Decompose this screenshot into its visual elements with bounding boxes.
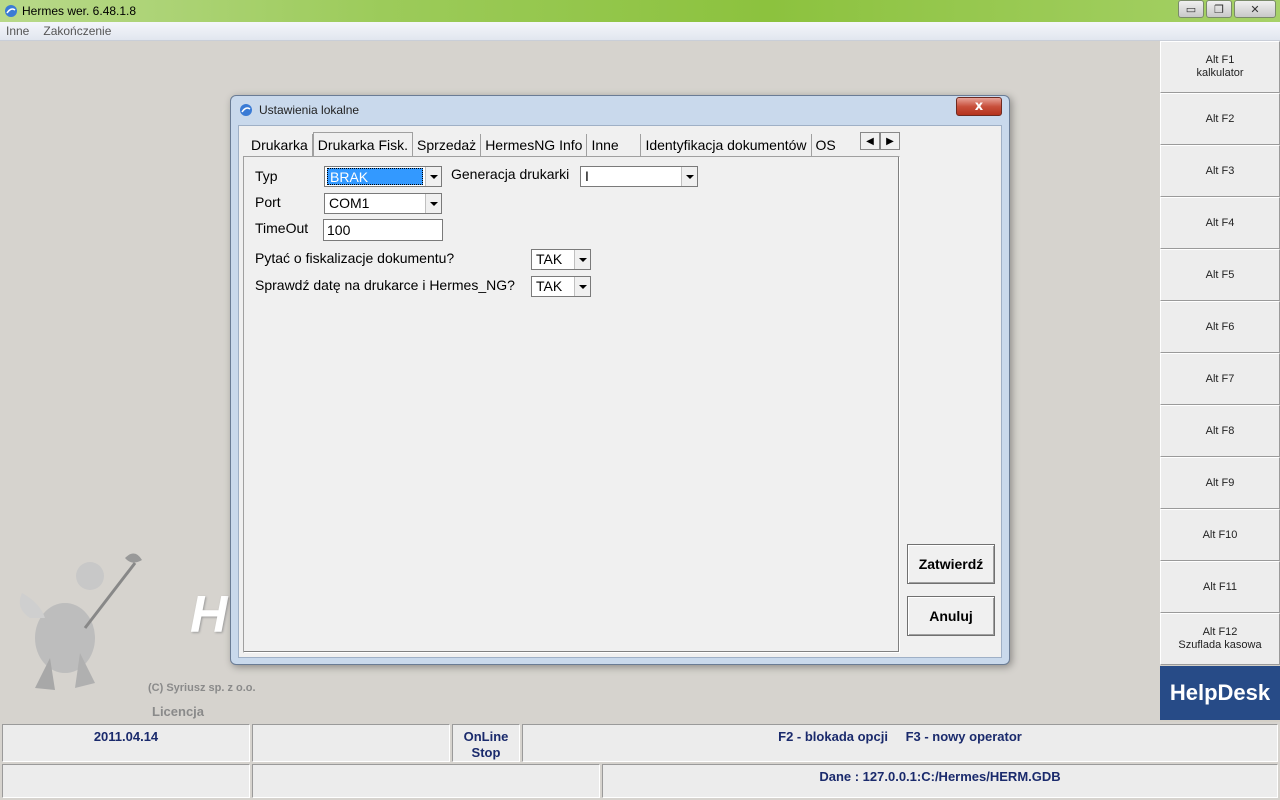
shortcut-f2: F2 - blokada opcji	[778, 729, 888, 744]
fkey-label: Szuflada kasowa	[1178, 639, 1262, 651]
tab-sprzedaz[interactable]: Sprzedaż	[413, 134, 482, 156]
fkey-alt-f2[interactable]: Alt F2	[1160, 93, 1280, 145]
status-database: Dane : 127.0.0.1:C:/Hermes/HERM.GDB	[602, 764, 1278, 798]
stop-text: Stop	[471, 745, 501, 760]
fkey-alt-f7[interactable]: Alt F7	[1160, 353, 1280, 405]
generacja-value: I	[585, 168, 589, 184]
pytac-label: Pytać o fiskalizacje dokumentu?	[255, 250, 455, 266]
chevron-down-icon[interactable]	[681, 167, 697, 186]
status-empty-3	[252, 764, 600, 798]
window-title: Hermes wer. 6.48.1.8	[22, 4, 137, 18]
tab-scroll-left-icon[interactable]: ◀	[860, 132, 880, 150]
generacja-select[interactable]: I	[580, 166, 698, 187]
app-titlebar: Hermes wer. 6.48.1.8 ▭ ❐ ✕	[0, 0, 1280, 22]
fkey-alt-f12[interactable]: Alt F12 Szuflada kasowa	[1160, 613, 1280, 665]
sprawdz-value: TAK	[536, 278, 563, 294]
fkey-alt-f6[interactable]: Alt F6	[1160, 301, 1280, 353]
hermes-logo-text: H	[190, 586, 228, 644]
fkey-key: Alt F3	[1205, 164, 1235, 177]
fkey-alt-f10[interactable]: Alt F10	[1160, 509, 1280, 561]
copyright-text: (C) Syriusz sp. z o.o.	[148, 682, 256, 694]
tab-identyfikacja-dokumentow[interactable]: Identyfikacja dokumentów	[641, 134, 812, 156]
fkey-key: Alt F10	[1202, 528, 1238, 541]
tab-drukarka[interactable]: Drukarka	[247, 134, 313, 156]
fkey-alt-f1[interactable]: Alt F1 kalkulator	[1160, 41, 1280, 93]
restore-button[interactable]: ❐	[1206, 0, 1232, 18]
fkey-key: Alt F2	[1205, 112, 1235, 125]
fkey-key: Alt F9	[1205, 476, 1235, 489]
fkey-key: Alt F8	[1205, 424, 1235, 437]
status-empty-1	[252, 724, 450, 762]
fkey-key: Alt F1	[1205, 54, 1235, 66]
fkey-key: Alt F6	[1205, 320, 1235, 333]
dialog-titlebar: Ustawienia lokalne	[231, 96, 1009, 124]
close-button[interactable]: ✕	[1234, 0, 1276, 18]
licencja-text: Licencja	[152, 704, 205, 719]
menu-item-inne[interactable]: Inne	[6, 24, 29, 38]
tab-scroll-right-icon[interactable]: ▶	[880, 132, 900, 150]
fkey-alt-f5[interactable]: Alt F5	[1160, 249, 1280, 301]
anuluj-button[interactable]: Anuluj	[907, 596, 995, 636]
timeout-input[interactable]: 100	[323, 219, 443, 241]
settings-dialog: Ustawienia lokalne x Drukarka Drukarka F…	[230, 95, 1010, 665]
function-key-panel: Alt F1 kalkulator Alt F2 Alt F3 Alt F4 Al…	[1160, 41, 1280, 722]
pytac-value: TAK	[536, 251, 563, 267]
shortcut-f3: F3 - nowy operator	[905, 729, 1022, 744]
chevron-down-icon[interactable]	[425, 194, 441, 213]
status-date: 2011.04.14	[2, 724, 250, 762]
fkey-key: Alt F12	[1202, 626, 1238, 638]
port-value: COM1	[329, 195, 370, 211]
tab-scroll-arrows: ◀ ▶	[860, 132, 900, 150]
tab-os[interactable]: OS	[811, 134, 840, 156]
dialog-title: Ustawienia lokalne	[259, 103, 360, 117]
fkey-alt-f4[interactable]: Alt F4	[1160, 197, 1280, 249]
helpdesk-button[interactable]: HelpDesk	[1160, 666, 1280, 720]
hermes-figure-logo	[19, 553, 142, 690]
typ-label: Typ	[255, 168, 278, 184]
minimize-button[interactable]: ▭	[1178, 0, 1204, 18]
tab-inne[interactable]: Inne	[587, 134, 642, 156]
timeout-label: TimeOut	[255, 220, 309, 236]
tab-drukarka-fisk[interactable]: Drukarka Fisk.	[312, 132, 414, 156]
chevron-down-icon[interactable]	[425, 167, 441, 186]
menu-item-zakonczenie[interactable]: Zakończenie	[43, 24, 111, 38]
fkey-alt-f11[interactable]: Alt F11	[1160, 561, 1280, 613]
port-label: Port	[255, 194, 281, 210]
pytac-select[interactable]: TAK	[531, 249, 591, 270]
status-empty-2	[2, 764, 250, 798]
chevron-down-icon[interactable]	[574, 277, 590, 296]
status-online: OnLine Stop	[452, 724, 520, 762]
fkey-key: Alt F4	[1205, 216, 1235, 229]
fkey-key: Alt F11	[1202, 580, 1238, 593]
tab-strip: Drukarka Drukarka Fisk. Sprzedaż HermesN…	[247, 132, 840, 156]
generacja-label: Generacja drukarki	[451, 166, 570, 182]
dialog-close-button[interactable]: x	[956, 97, 1002, 116]
dialog-body: Drukarka Drukarka Fisk. Sprzedaż HermesN…	[238, 125, 1002, 658]
fkey-alt-f8[interactable]: Alt F8	[1160, 405, 1280, 457]
dialog-app-icon	[240, 104, 252, 116]
typ-value: BRAK	[327, 168, 423, 185]
fkey-alt-f3[interactable]: Alt F3	[1160, 145, 1280, 197]
online-text: OnLine	[463, 729, 509, 744]
fkey-label: kalkulator	[1196, 67, 1244, 79]
typ-select[interactable]: BRAK	[324, 166, 442, 187]
status-shortcuts: F2 - blokada opcji F3 - nowy operator	[522, 724, 1278, 762]
sprawdz-select[interactable]: TAK	[531, 276, 591, 297]
hermes-app-icon	[5, 5, 17, 17]
fkey-key: Alt F5	[1205, 268, 1235, 281]
fkey-alt-f9[interactable]: Alt F9	[1160, 457, 1280, 509]
sprawdz-label: Sprawdź datę na drukarce i Hermes_NG?	[255, 277, 515, 293]
status-bar: 2011.04.14 OnLine Stop F2 - blokada opcj…	[0, 722, 1280, 800]
fkey-key: Alt F7	[1205, 372, 1235, 385]
tab-hermesng-info[interactable]: HermesNG Info	[481, 134, 588, 156]
chevron-down-icon[interactable]	[574, 250, 590, 269]
menu-bar: Inne Zakończenie	[0, 22, 1280, 41]
zatwierdz-button[interactable]: Zatwierdź	[907, 544, 995, 584]
port-select[interactable]: COM1	[324, 193, 442, 214]
